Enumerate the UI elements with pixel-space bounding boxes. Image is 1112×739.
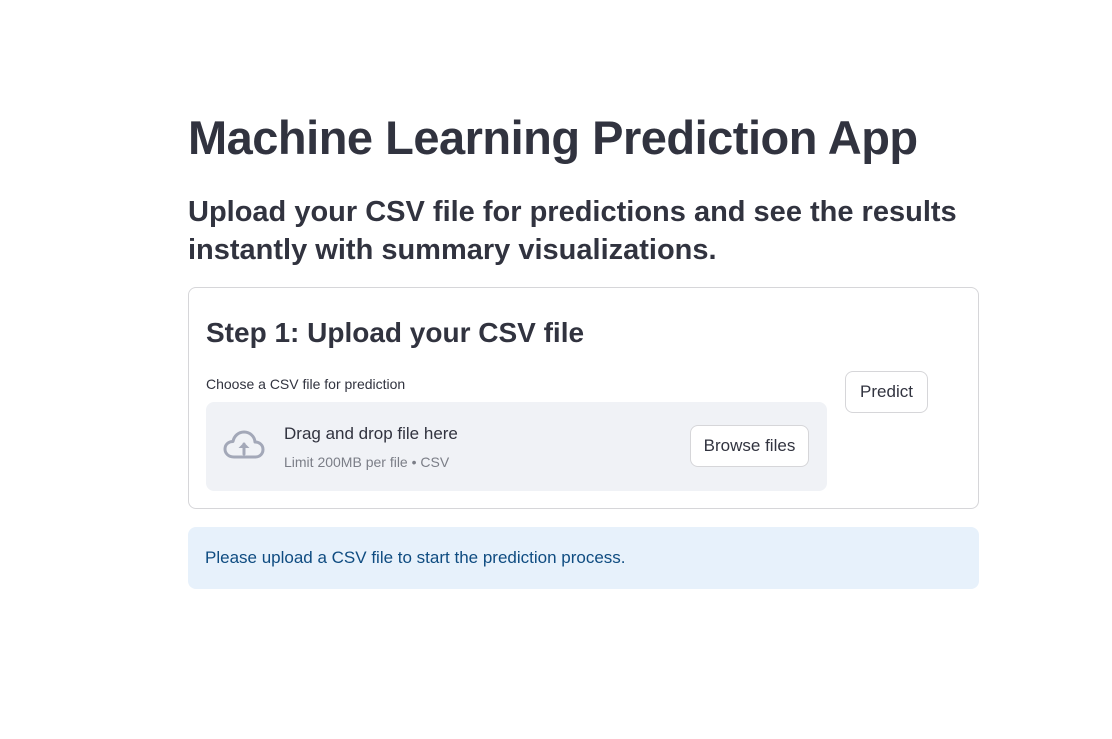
cloud-upload-icon <box>223 430 265 459</box>
info-alert-message: Please upload a CSV file to start the pr… <box>205 548 626 567</box>
file-dropzone[interactable]: Drag and drop file here Limit 200MB per … <box>206 402 827 491</box>
predict-button[interactable]: Predict <box>845 371 928 413</box>
browse-files-button[interactable]: Browse files <box>690 425 809 467</box>
page-subtitle: Upload your CSV file for predictions and… <box>188 196 957 266</box>
dropzone-limit-text: Limit 200MB per file • CSV <box>284 454 450 470</box>
file-uploader-label: Choose a CSV file for prediction <box>206 376 406 392</box>
info-alert: Please upload a CSV file to start the pr… <box>188 527 979 589</box>
step-1-title: Step 1: Upload your CSV file <box>206 317 585 348</box>
dropzone-instructions: Drag and drop file here <box>284 424 458 443</box>
upload-card: Step 1: Upload your CSV file Choose a CS… <box>188 287 979 509</box>
page-title: Machine Learning Prediction App <box>188 111 918 164</box>
